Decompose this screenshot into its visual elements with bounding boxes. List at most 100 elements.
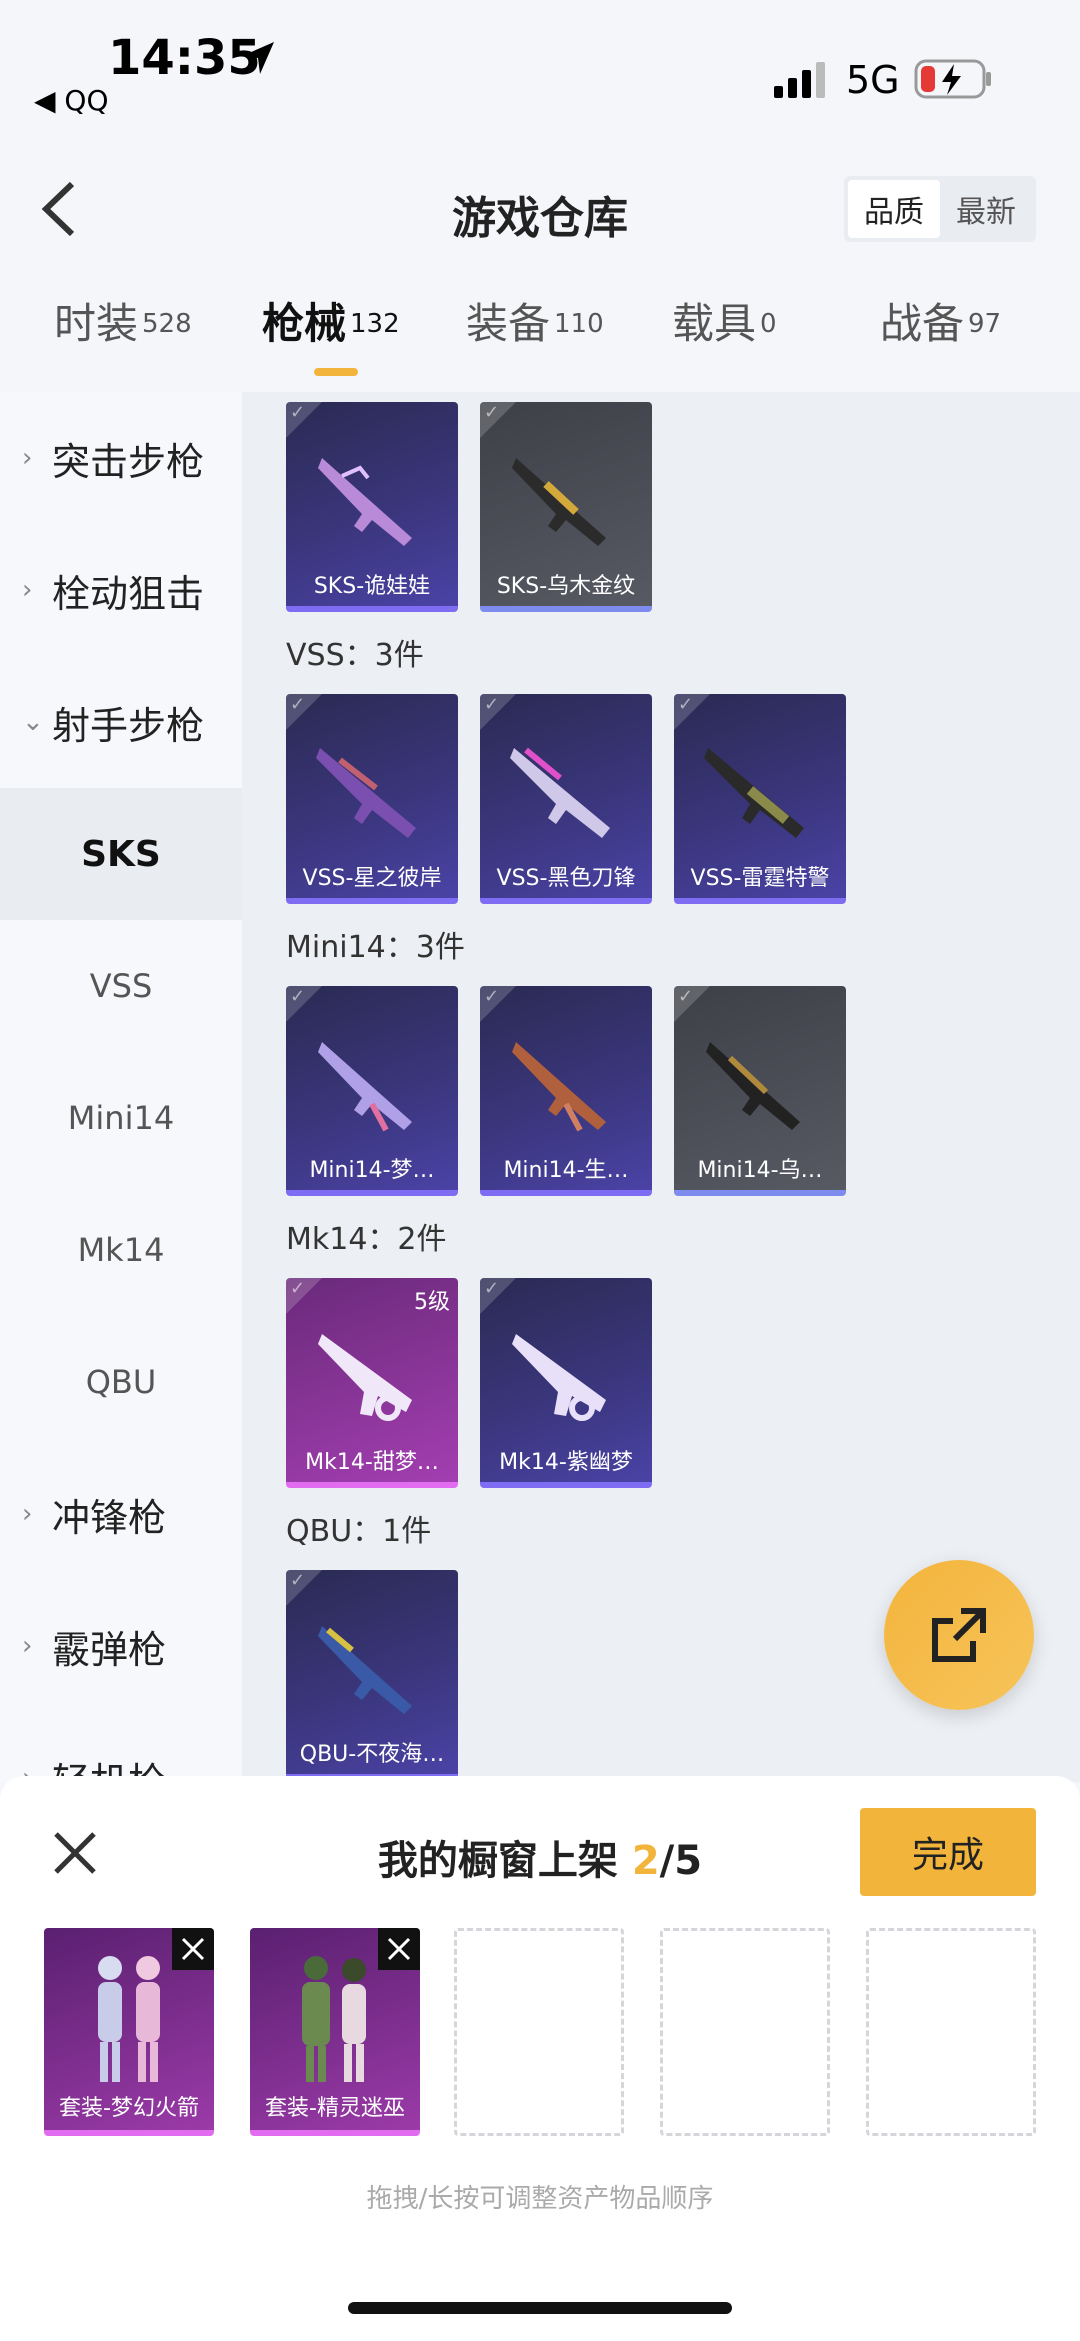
tab-label: 枪械 bbox=[262, 299, 347, 348]
tab-label: 时装 bbox=[54, 299, 139, 348]
weapon-card-vss-3[interactable]: VSS-雷霆特警 bbox=[674, 694, 846, 904]
network-type: 5G bbox=[846, 58, 900, 102]
weapon-name: Mk14-紫幽梦 bbox=[499, 1450, 633, 1475]
showcase-slot-5[interactable] bbox=[866, 1928, 1036, 2136]
tab-label: 战备 bbox=[880, 299, 965, 348]
sidebar-item-bolt-sniper[interactable]: › 栓动狙击 bbox=[0, 524, 242, 656]
header: 游戏仓库 品质 最新 bbox=[0, 150, 1080, 270]
tab-count: 0 bbox=[760, 308, 777, 339]
weapon-name: VSS-雷霆特警 bbox=[690, 866, 830, 891]
outfit-name: 套装-梦幻火箭 bbox=[59, 2096, 199, 2121]
sidebar-item-assault-rifle[interactable]: › 突击步枪 bbox=[0, 392, 242, 524]
weapon-name: SKS-乌木金纹 bbox=[496, 574, 636, 599]
active-tab-indicator bbox=[314, 368, 358, 376]
showcase-count-max: 5 bbox=[674, 1838, 703, 1884]
sidebar-item-smg[interactable]: › 冲锋枪 bbox=[0, 1448, 242, 1580]
external-link-icon bbox=[932, 1608, 986, 1662]
tab-count: 132 bbox=[350, 308, 400, 339]
sidebar-item-sks[interactable]: SKS bbox=[0, 788, 242, 920]
tab-label: 装备 bbox=[466, 299, 551, 348]
rifle-icon bbox=[318, 1334, 412, 1421]
chevron-right-icon: › bbox=[22, 1499, 33, 1529]
location-arrow-icon bbox=[242, 42, 274, 74]
sidebar-item-label: 突击步枪 bbox=[52, 439, 205, 484]
sidebar-item-mk14[interactable]: Mk14 bbox=[0, 1184, 242, 1316]
done-button[interactable]: 完成 bbox=[860, 1808, 1036, 1896]
tab-vehicles[interactable]: 载具 0 bbox=[672, 290, 777, 390]
cellular-signal-icon bbox=[774, 62, 825, 98]
weapon-card-vss-2[interactable]: VSS-黑色刀锋 bbox=[480, 694, 652, 904]
weapon-type-sidebar: › 突击步枪 › 栓动狙击 ⌄ 射手步枪 SKS VSS Mini14 Mk14 QB… bbox=[0, 392, 242, 1782]
tab-firearms[interactable]: 枪械 132 bbox=[262, 290, 400, 390]
group-label-mk14: Mk14：2件 bbox=[286, 1222, 447, 1257]
sidebar-item-qbu[interactable]: QBU bbox=[0, 1316, 242, 1448]
showcase-slot-3[interactable] bbox=[454, 1928, 624, 2136]
weapon-card-mk14-1[interactable]: 5级 Mk14-甜梦… bbox=[286, 1278, 458, 1488]
rifle-icon bbox=[316, 748, 416, 838]
sidebar-item-shotgun[interactable]: › 霰弹枪 bbox=[0, 1580, 242, 1712]
weapon-card-mini14-1[interactable]: Mini14-梦… bbox=[286, 986, 458, 1196]
group-label-mini14: Mini14：3件 bbox=[286, 930, 465, 965]
rifle-icon bbox=[706, 1042, 800, 1130]
sidebar-item-vss[interactable]: VSS bbox=[0, 920, 242, 1052]
tab-count: 110 bbox=[554, 308, 604, 339]
remove-icon[interactable] bbox=[378, 1928, 420, 1970]
reorder-hint: 拖拽/长按可调整资产物品顺序 bbox=[366, 2184, 714, 2214]
rifle-icon bbox=[512, 1042, 606, 1132]
sort-toggle: 品质 最新 bbox=[844, 176, 1036, 242]
weapon-card-vss-1[interactable]: VSS-星之彼岸 bbox=[286, 694, 458, 904]
rifle-icon bbox=[512, 458, 606, 546]
weapon-card-mk14-2[interactable]: Mk14-紫幽梦 bbox=[480, 1278, 652, 1488]
sidebar-item-label: 射手步枪 bbox=[52, 703, 205, 748]
weapon-card-sks-2[interactable]: SKS-乌木金纹 bbox=[480, 402, 652, 612]
showcase-count-separator: / bbox=[659, 1838, 675, 1884]
tab-gear[interactable]: 战备 97 bbox=[880, 290, 1001, 390]
showcase-count-current: 2 bbox=[631, 1838, 660, 1884]
sort-by-newest[interactable]: 最新 bbox=[940, 180, 1032, 238]
weapon-name: Mini14-生… bbox=[503, 1158, 629, 1183]
sidebar-item-marksman-rifle[interactable]: ⌄ 射手步枪 bbox=[0, 656, 242, 788]
tab-equipment[interactable]: 装备 110 bbox=[466, 290, 604, 390]
category-tabs: 时装 528 枪械 132 装备 110 载具 0 战备 97 bbox=[0, 290, 1080, 390]
weapon-name: Mk14-甜梦… bbox=[305, 1450, 439, 1475]
chevron-right-icon: › bbox=[22, 443, 33, 473]
weapon-card-mini14-3[interactable]: Mini14-乌… bbox=[674, 986, 846, 1196]
weapon-name: QBU-不夜海… bbox=[299, 1742, 445, 1767]
showcase-slot-1[interactable]: 套装-梦幻火箭 bbox=[44, 1928, 214, 2136]
sidebar-item-mini14[interactable]: Mini14 bbox=[0, 1052, 242, 1184]
rifle-icon bbox=[318, 1626, 412, 1714]
outfit-figure-icon bbox=[98, 1956, 160, 2082]
rifle-icon bbox=[510, 747, 610, 838]
group-label-qbu: QBU：1件 bbox=[286, 1514, 432, 1549]
rifle-icon bbox=[318, 458, 412, 546]
tab-outfits[interactable]: 时装 528 bbox=[54, 290, 192, 390]
share-button[interactable] bbox=[884, 1560, 1034, 1710]
weapon-name: Mini14-梦… bbox=[309, 1158, 435, 1183]
weapon-name: SKS-诡娃娃 bbox=[313, 574, 431, 599]
tab-count: 97 bbox=[968, 308, 1002, 339]
showcase-slot-2[interactable]: 套装-精灵迷巫 bbox=[250, 1928, 420, 2136]
weapon-name: Mini14-乌… bbox=[697, 1158, 823, 1183]
chevron-right-icon: › bbox=[22, 1631, 33, 1661]
sort-by-quality[interactable]: 品质 bbox=[848, 180, 940, 238]
weapon-card-sks-1[interactable]: SKS-诡娃娃 bbox=[286, 402, 458, 612]
weapon-name: VSS-星之彼岸 bbox=[302, 866, 442, 891]
weapon-card-qbu-1[interactable]: QBU-不夜海… bbox=[286, 1570, 458, 1780]
sidebar-item-label: 栓动狙击 bbox=[52, 571, 205, 616]
rifle-icon bbox=[318, 1042, 412, 1132]
weapon-card-mini14-2[interactable]: Mini14-生… bbox=[480, 986, 652, 1196]
back-to-app-link[interactable]: ◀ QQ bbox=[34, 84, 109, 117]
home-indicator[interactable] bbox=[348, 2302, 732, 2314]
tab-count: 528 bbox=[142, 308, 192, 339]
tab-label: 载具 bbox=[672, 299, 757, 348]
sheet-title-text: 我的橱窗上架 bbox=[377, 1838, 632, 1884]
sidebar-item-lmg[interactable]: › 轻机枪 bbox=[0, 1712, 242, 1783]
chevron-down-icon: ⌄ bbox=[22, 707, 44, 737]
showcase-slot-4[interactable] bbox=[660, 1928, 830, 2136]
sidebar-item-label: 霰弹枪 bbox=[52, 1627, 167, 1672]
weapon-name: VSS-黑色刀锋 bbox=[496, 866, 636, 891]
battery-charging-icon bbox=[914, 59, 991, 99]
remove-icon[interactable] bbox=[172, 1928, 214, 1970]
status-bar: 14:35 ◀ QQ 5G bbox=[0, 0, 1080, 140]
chevron-right-icon: › bbox=[22, 575, 33, 605]
